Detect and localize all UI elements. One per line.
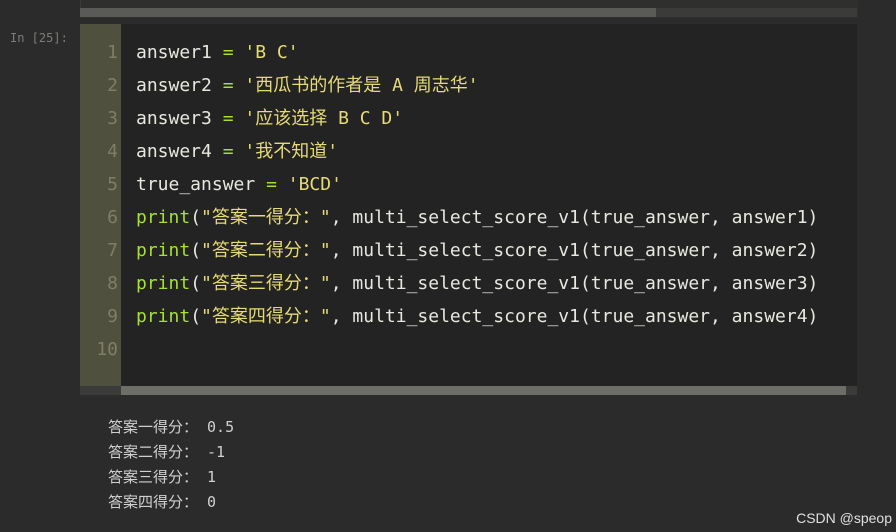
code-editor[interactable]: answer1 = 'B C' answer2 = '西瓜书的作者是 A 周志华… — [136, 36, 857, 366]
code-line[interactable]: print("答案二得分：", multi_select_score_v1(tr… — [136, 234, 857, 267]
code-string: '西瓜书的作者是 A 周志华' — [244, 75, 479, 96]
code-string: "答案二得分：" — [201, 240, 331, 261]
line-number: 10 — [96, 339, 118, 360]
code-operator: = — [222, 42, 234, 63]
code-string: "答案一得分：" — [201, 207, 331, 228]
output-line: 答案四得分： 0 — [108, 493, 217, 511]
code-string: '我不知道' — [244, 141, 339, 162]
code-operator: = — [222, 141, 234, 162]
line-number: 6 — [107, 207, 118, 228]
cell-prompt: In [25]: — [10, 31, 68, 45]
code-line[interactable]: print("答案四得分：", multi_select_score_v1(tr… — [136, 300, 857, 333]
watermark: CSDN @speop — [796, 510, 892, 526]
code-string: '应该选择 B C D' — [244, 108, 404, 129]
code-line[interactable]: print("答案一得分：", multi_select_score_v1(tr… — [136, 201, 857, 234]
code-line[interactable]: true_answer = 'BCD' — [136, 168, 857, 201]
code-operator: = — [222, 75, 234, 96]
code-variable: true_answer — [136, 174, 256, 195]
code-variable: answer2 — [136, 75, 212, 96]
code-line[interactable]: answer4 = '我不知道' — [136, 135, 857, 168]
code-variable: answer1 — [136, 42, 212, 63]
code-line[interactable]: answer2 = '西瓜书的作者是 A 周志华' — [136, 69, 857, 102]
code-operator: = — [222, 108, 234, 129]
line-number: 4 — [107, 141, 118, 162]
code-text: , multi_select_score_v1(true_answer, ans… — [330, 207, 819, 228]
code-text: , multi_select_score_v1(true_answer, ans… — [330, 273, 819, 294]
line-number: 1 — [107, 42, 118, 63]
line-number: 8 — [107, 273, 118, 294]
code-string: "答案四得分：" — [201, 306, 331, 327]
output-line: 答案一得分： 0.5 — [108, 418, 235, 436]
code-operator: = — [266, 174, 277, 195]
code-punct: ( — [190, 207, 202, 228]
code-builtin: print — [136, 240, 191, 261]
line-number: 7 — [107, 240, 118, 261]
code-builtin: print — [136, 273, 191, 294]
code-line[interactable]: print("答案三得分：", multi_select_score_v1(tr… — [136, 267, 857, 300]
code-builtin: print — [136, 306, 191, 327]
cell-output: 答案一得分： 0.5 答案二得分： -1 答案三得分： 1 答案四得分： 0 — [0, 395, 896, 532]
code-builtin: print — [136, 207, 191, 228]
code-line[interactable]: answer1 = 'B C' — [136, 36, 857, 69]
code-punct: ( — [190, 240, 202, 261]
code-cell[interactable]: 1 2 3 4 5 6 7 8 9 10 answer1 = 'B C' ans… — [80, 24, 857, 395]
code-text: , multi_select_score_v1(true_answer, ans… — [330, 240, 819, 261]
line-number: 3 — [107, 108, 118, 129]
code-line[interactable] — [136, 333, 857, 366]
line-number-gutter: 1 2 3 4 5 6 7 8 9 10 — [80, 24, 121, 395]
code-string: 'BCD' — [287, 174, 342, 195]
code-punct: ( — [190, 273, 202, 294]
code-string: 'B C' — [244, 42, 299, 63]
code-punct: ( — [190, 306, 202, 327]
cell-scroll-thumb[interactable] — [121, 386, 846, 395]
line-number: 5 — [107, 174, 118, 195]
output-line: 答案二得分： -1 — [108, 443, 226, 461]
code-variable: answer3 — [136, 108, 212, 129]
code-text: , multi_select_score_v1(true_answer, ans… — [330, 306, 819, 327]
code-string: "答案三得分：" — [201, 273, 331, 294]
line-number: 9 — [107, 306, 118, 327]
previous-cell-scroll-thumb[interactable] — [80, 8, 656, 17]
code-line[interactable]: answer3 = '应该选择 B C D' — [136, 102, 857, 135]
output-line: 答案三得分： 1 — [108, 468, 217, 486]
line-number: 2 — [107, 75, 118, 96]
code-variable: answer4 — [136, 141, 212, 162]
